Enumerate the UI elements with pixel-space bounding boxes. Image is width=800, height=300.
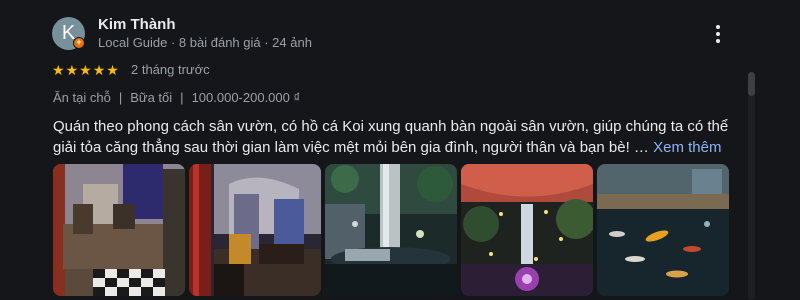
author-meta: Local Guide · 8 bài đánh giá · 24 ảnh: [98, 35, 312, 50]
review-card: K + Kim Thành Local Guide · 8 bài đánh g…: [0, 0, 800, 300]
restaurant-lounge-photo: [189, 164, 321, 296]
separator: |: [118, 90, 123, 105]
author-name[interactable]: Kim Thành: [98, 16, 176, 33]
restaurant-interior-photo: [53, 164, 185, 296]
review-photo-2[interactable]: [189, 164, 321, 296]
attribute-service: Ăn tại chỗ: [53, 90, 111, 105]
review-attributes: Ăn tại chỗ | Bữa tối | 100.000-200.000 ₫: [53, 90, 300, 105]
star-icon: ★: [65, 62, 79, 78]
review-photo-5[interactable]: [597, 164, 729, 296]
review-text: Quán theo phong cách sân vườn, có hồ cá …: [53, 116, 733, 158]
star-icon: ★: [92, 62, 106, 78]
scrollbar-thumb[interactable]: [748, 72, 755, 96]
local-guide-badge-icon: +: [73, 37, 85, 49]
star-icon: ★: [106, 62, 119, 78]
star-icon: ★: [52, 62, 65, 78]
star-icon: ★: [79, 62, 92, 78]
star-rating: ★ ★ ★ ★ ★: [52, 62, 119, 78]
garden-lights-photo: [461, 164, 593, 296]
attribute-price: 100.000-200.000 ₫: [191, 90, 301, 105]
scrollbar[interactable]: [748, 72, 755, 300]
ellipsis: …: [629, 139, 654, 156]
separator: |: [180, 90, 184, 105]
attribute-meal: Bữa tối: [130, 90, 173, 105]
photo-strip: [53, 164, 729, 296]
review-body: Quán theo phong cách sân vườn, có hồ cá …: [53, 118, 729, 156]
review-photo-1[interactable]: [53, 164, 185, 296]
review-photo-4[interactable]: [461, 164, 593, 296]
garden-waterfall-photo: [325, 164, 457, 296]
review-photo-3[interactable]: [325, 164, 457, 296]
more-options-icon[interactable]: [706, 22, 730, 46]
review-date: 2 tháng trước: [131, 62, 210, 77]
see-more-link[interactable]: Xem thêm: [653, 139, 721, 156]
koi-pond-photo: [597, 164, 729, 296]
